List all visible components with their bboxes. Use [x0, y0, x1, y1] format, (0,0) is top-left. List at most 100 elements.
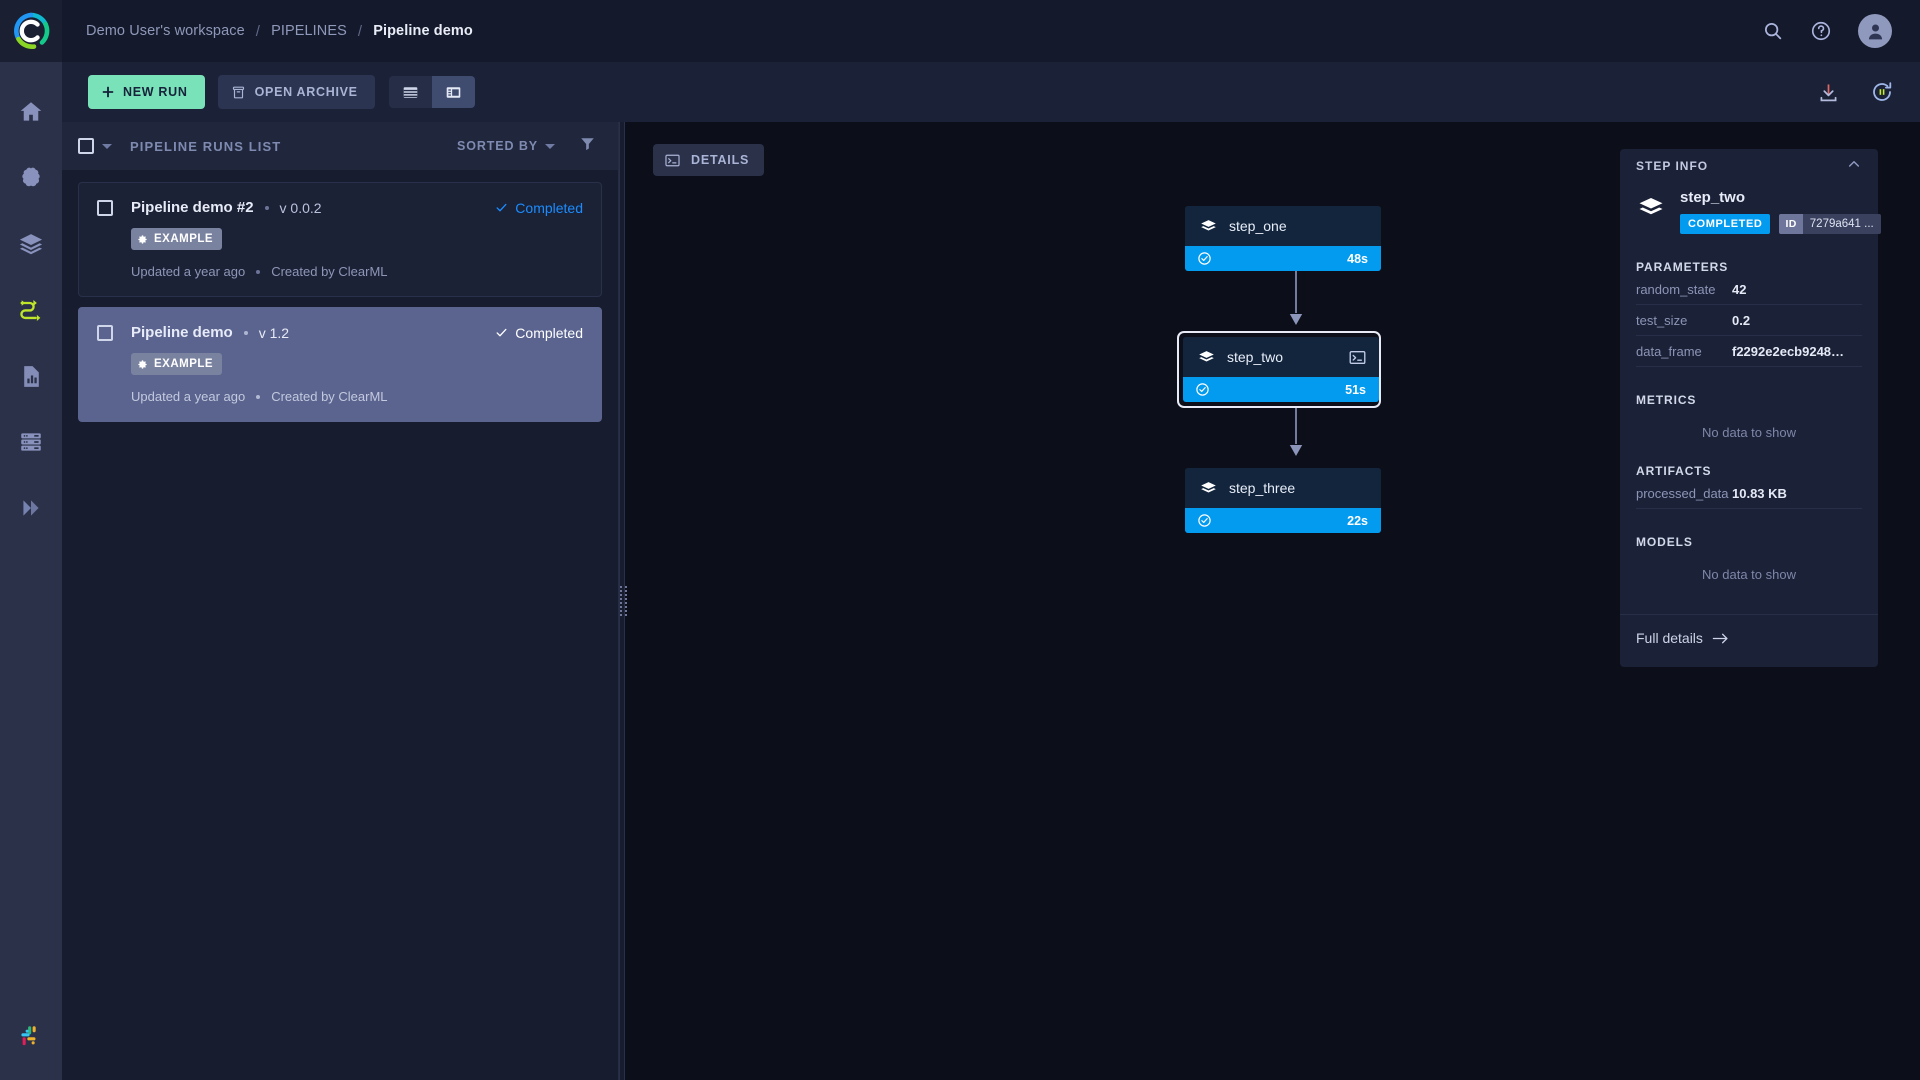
pipeline-node-step-two[interactable]: step_two 51s	[1183, 337, 1379, 402]
sidebar-item-resources[interactable]	[0, 410, 62, 474]
artifact-key: processed_data	[1636, 486, 1732, 501]
pipeline-canvas[interactable]: DETAILS step_one	[625, 122, 1920, 1080]
run-updated: Updated a year ago	[131, 264, 245, 279]
step-icon	[1636, 193, 1666, 223]
runs-list-title: PIPELINE RUNS LIST	[130, 139, 281, 154]
panel-resizer[interactable]	[619, 122, 625, 1080]
select-all-checkbox[interactable]	[78, 138, 94, 154]
resizer-grip-icon	[620, 586, 624, 616]
node-console-button[interactable]	[1348, 348, 1367, 367]
pipeline-node-step-three[interactable]: step_three 22s	[1185, 468, 1381, 533]
chevron-down-icon	[545, 144, 555, 149]
parameter-key: random_state	[1636, 282, 1732, 297]
help-button[interactable]	[1810, 20, 1832, 42]
sorted-by-button[interactable]: SORTED BY	[457, 139, 555, 153]
node-footer: 22s	[1185, 508, 1381, 533]
id-label: ID	[1779, 214, 1802, 234]
tag-label: EXAMPLE	[154, 358, 213, 370]
run-header-row: Pipeline demo v 1.2 Completed	[97, 324, 583, 341]
metrics-empty-state: No data to show	[1620, 407, 1878, 450]
download-button[interactable]	[1817, 81, 1840, 104]
gear-icon	[137, 359, 148, 370]
check-icon	[495, 326, 508, 339]
node-wrapper: step_one 48s	[1181, 206, 1411, 271]
slack-icon	[19, 1024, 43, 1048]
left-sidebar	[0, 0, 62, 1080]
node-footer: 48s	[1185, 246, 1381, 271]
topbar-actions	[1762, 14, 1892, 48]
separator-dot	[244, 331, 248, 335]
sidebar-item-datasets[interactable]	[0, 212, 62, 276]
console-icon	[664, 152, 681, 169]
sidebar-item-pipelines[interactable]	[0, 278, 62, 342]
step-info-task-body: step_two COMPLETED ID 7279a641 ...	[1680, 189, 1881, 234]
status-label: Completed	[515, 325, 583, 341]
run-checkbox[interactable]	[97, 325, 113, 341]
open-archive-button[interactable]: OPEN ARCHIVE	[218, 75, 375, 109]
step-icon	[1199, 217, 1218, 236]
collapse-button[interactable]	[1846, 156, 1862, 177]
table-view-button[interactable]	[389, 76, 432, 108]
pipelines-icon	[17, 296, 45, 324]
step-info-header: STEP INFO	[1620, 149, 1878, 183]
split-panel-icon	[444, 83, 463, 102]
parameter-key: test_size	[1636, 313, 1732, 328]
check-circle-icon	[1197, 513, 1212, 528]
breadcrumb-pipelines[interactable]: PIPELINES	[271, 23, 347, 39]
sidebar-item-projects[interactable]	[0, 146, 62, 210]
pipeline-node-step-one[interactable]: step_one 48s	[1185, 206, 1381, 271]
filter-button[interactable]	[579, 135, 596, 157]
new-run-button[interactable]: NEW RUN	[88, 75, 205, 109]
clearml-logo-icon	[12, 12, 50, 50]
edge-step-two-to-step-three	[1181, 408, 1411, 468]
sidebar-item-expand[interactable]	[0, 476, 62, 540]
step-info-panel: STEP INFO step_two COMPL	[1620, 149, 1878, 667]
run-list-item[interactable]: Pipeline demo v 1.2 Completed	[78, 307, 602, 422]
run-header-row: Pipeline demo #2 v 0.0.2 Completed	[97, 199, 583, 216]
node-duration: 51s	[1345, 383, 1366, 397]
tag-chip[interactable]: EXAMPLE	[131, 353, 222, 375]
search-button[interactable]	[1762, 20, 1784, 42]
metrics-title: METRICS	[1620, 393, 1878, 407]
run-list-item[interactable]: Pipeline demo #2 v 0.0.2 Completed	[78, 182, 602, 297]
auto-refresh-button[interactable]	[1870, 80, 1894, 104]
chevron-down-icon[interactable]	[102, 144, 112, 149]
breadcrumb: Demo User's workspace / PIPELINES / Pipe…	[86, 23, 473, 40]
toolbar: NEW RUN OPEN ARCHIVE	[62, 62, 1920, 122]
node-header: step_three	[1185, 468, 1381, 508]
status-badge: Completed	[495, 200, 583, 216]
node-header: step_two	[1183, 337, 1379, 377]
double-chevron-icon	[18, 495, 44, 521]
run-tags: EXAMPLE	[97, 228, 583, 250]
sidebar-item-home[interactable]	[0, 80, 62, 144]
status-badge: COMPLETED	[1680, 214, 1770, 234]
brain-icon	[18, 165, 44, 191]
run-tags: EXAMPLE	[97, 353, 583, 375]
step-name: step_two	[1680, 189, 1881, 206]
new-run-label: NEW RUN	[123, 85, 188, 99]
step-icon	[1197, 348, 1216, 367]
id-badge[interactable]: ID 7279a641 ...	[1779, 214, 1880, 234]
avatar[interactable]	[1858, 14, 1892, 48]
tag-chip[interactable]: EXAMPLE	[131, 228, 222, 250]
artifact-row: processed_data 10.83 KB	[1636, 478, 1862, 509]
parameter-key: data_frame	[1636, 344, 1732, 359]
step-info-title: STEP INFO	[1636, 159, 1708, 173]
auto-refresh-icon	[1870, 80, 1894, 104]
node-title: step_two	[1227, 349, 1283, 365]
plus-icon	[101, 85, 115, 99]
separator-dot	[256, 395, 260, 399]
breadcrumb-workspace[interactable]: Demo User's workspace	[86, 23, 245, 39]
sidebar-item-slack[interactable]	[0, 1014, 62, 1058]
details-view-button[interactable]	[432, 76, 475, 108]
run-checkbox[interactable]	[97, 200, 113, 216]
parameters-title: PARAMETERS	[1620, 260, 1878, 274]
full-details-link[interactable]: Full details	[1620, 615, 1878, 661]
details-button[interactable]: DETAILS	[653, 144, 764, 176]
tag-label: EXAMPLE	[154, 233, 213, 245]
sidebar-item-reports[interactable]	[0, 344, 62, 408]
toolbar-right-actions	[1817, 80, 1894, 104]
step-info-task: step_two COMPLETED ID 7279a641 ...	[1620, 183, 1878, 234]
clearml-logo[interactable]	[0, 0, 62, 62]
arrow-right-icon	[1712, 632, 1729, 645]
